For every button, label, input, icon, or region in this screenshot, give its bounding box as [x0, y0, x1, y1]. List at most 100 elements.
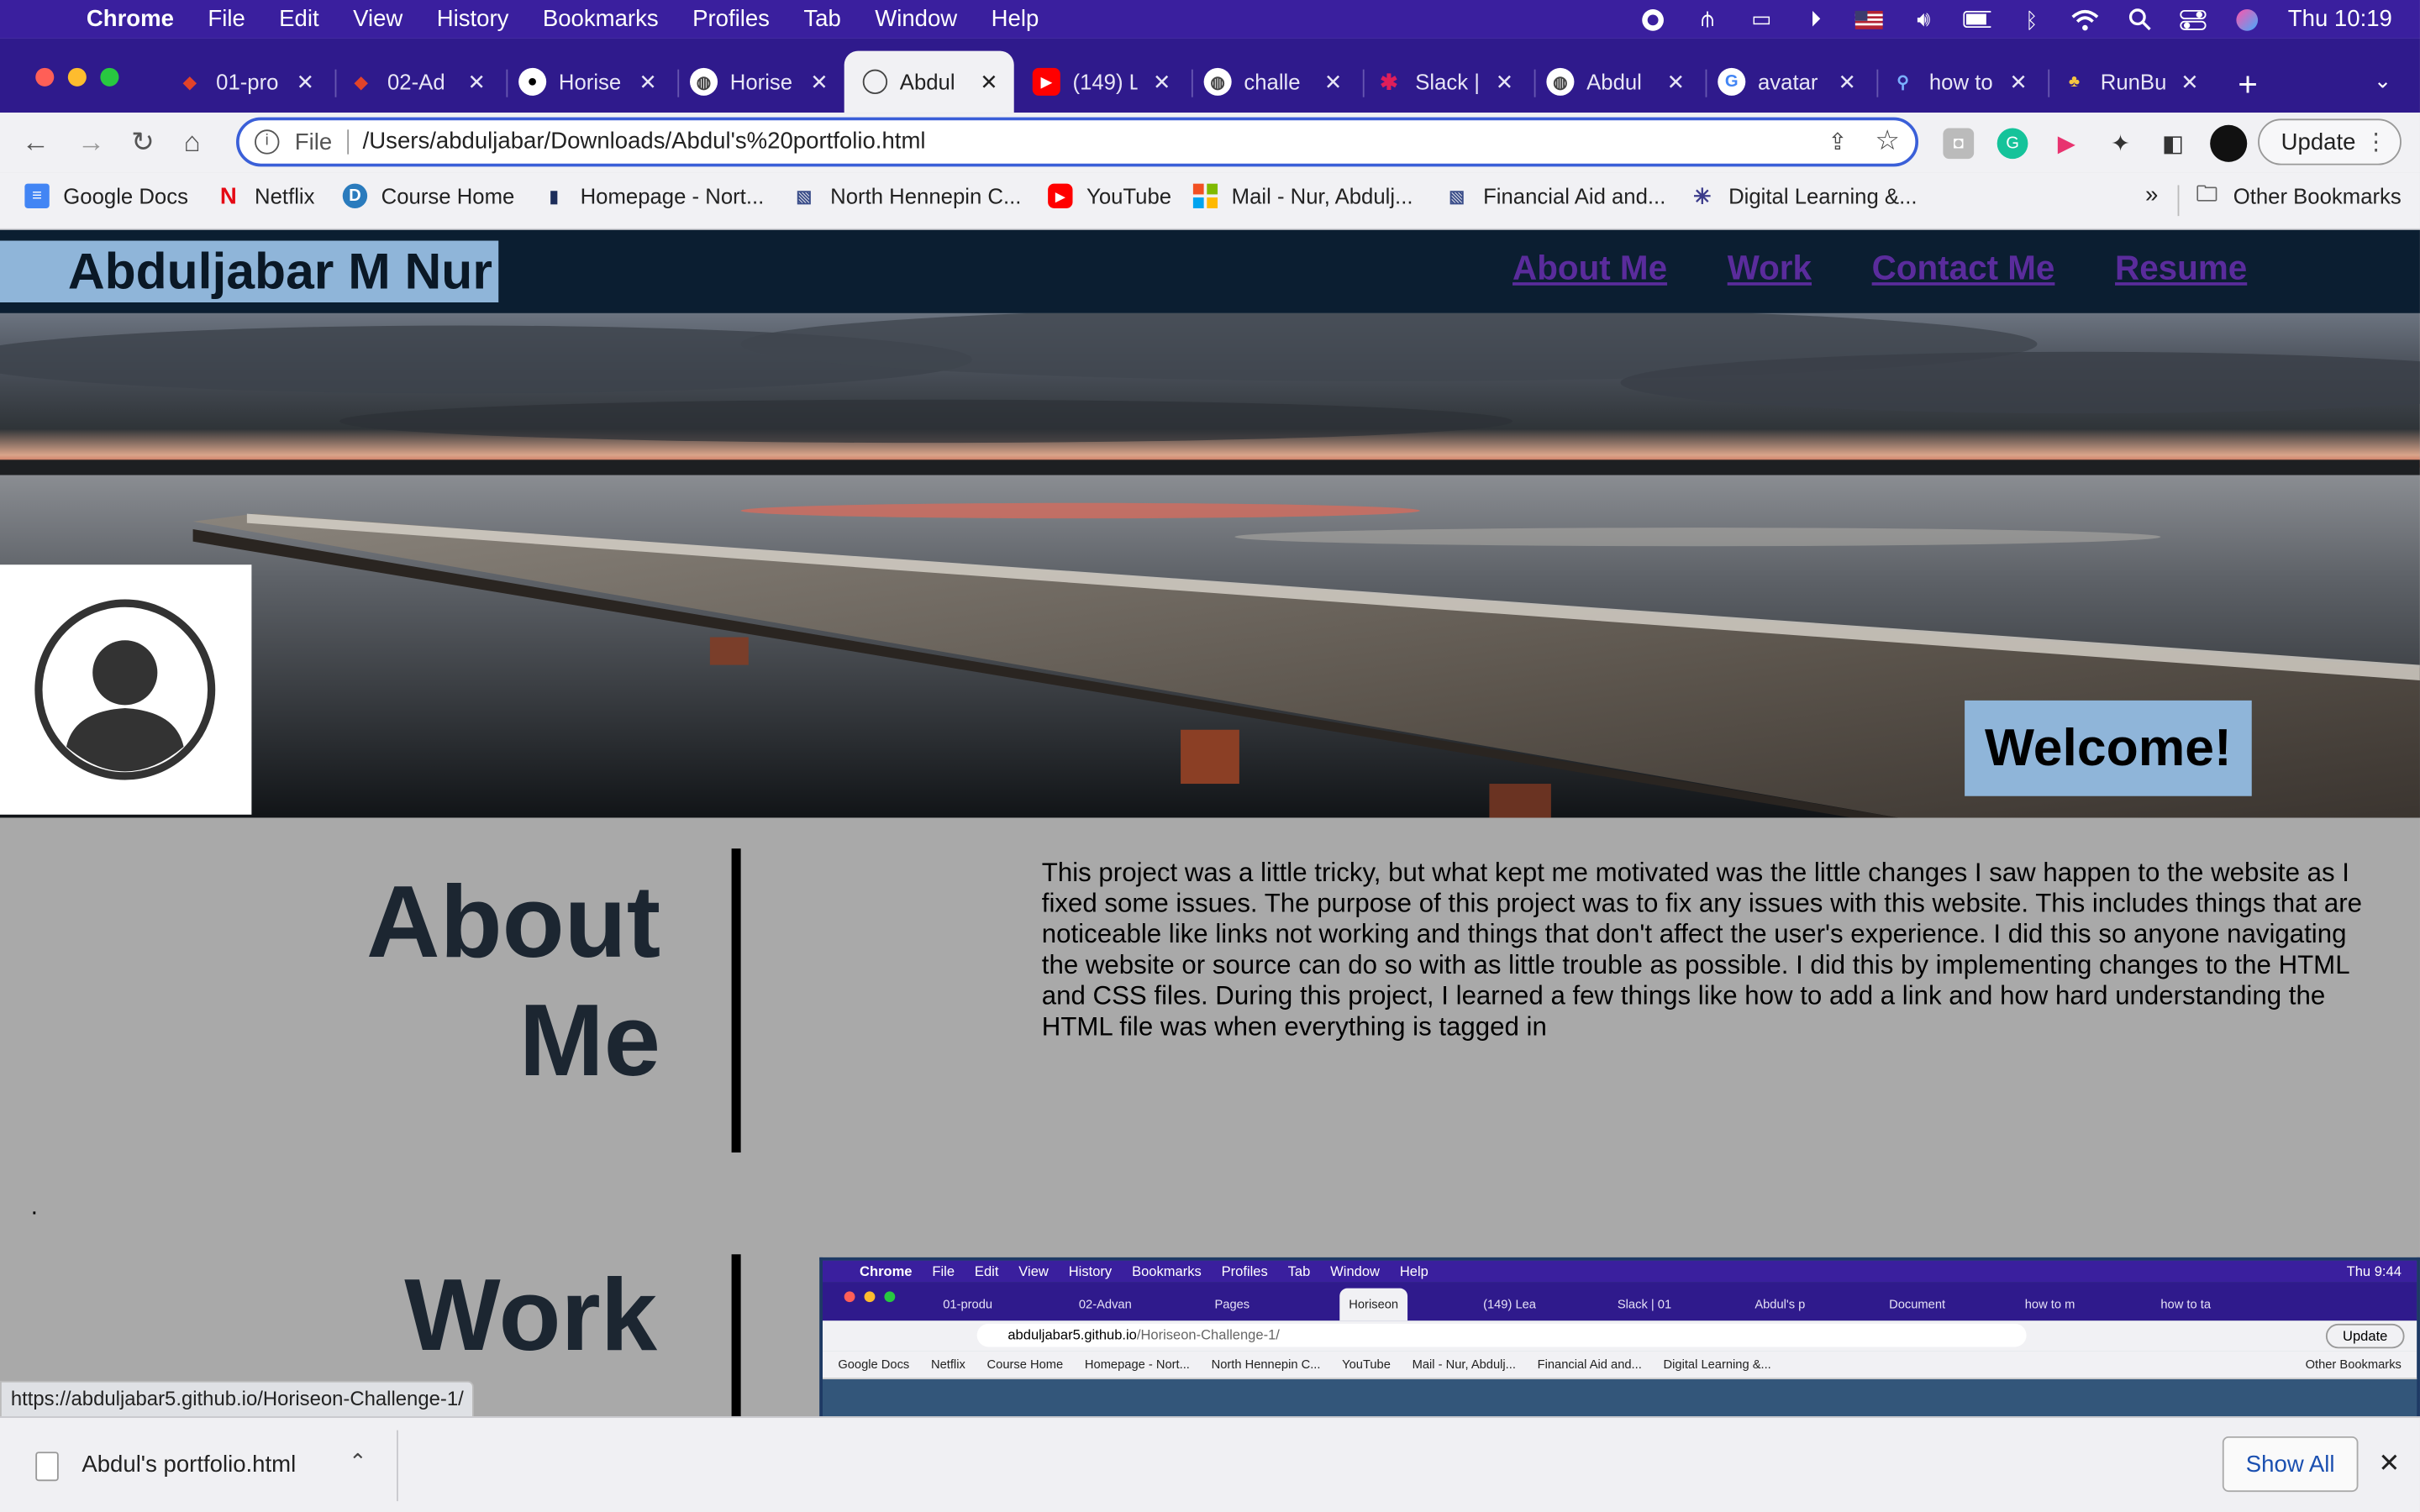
close-tab-icon[interactable]: ✕ [2181, 69, 2199, 95]
bluetooth-icon[interactable]: ᛒ [2018, 5, 2045, 33]
bookmark-financial-aid[interactable]: ▧ Financial Aid and... [1444, 184, 1665, 208]
screen-recorder-icon[interactable]: ▶ [2051, 128, 2082, 159]
bookmark-mail[interactable]: Mail - Nur, Abdulj... [1192, 183, 1413, 208]
menu-window[interactable]: Window [875, 6, 957, 32]
side-panel-icon[interactable]: ◧ [2158, 128, 2189, 159]
gitlab-icon: ◆ [183, 73, 197, 92]
extensions-puzzle-icon[interactable]: ✦ [2105, 128, 2136, 159]
url-text[interactable]: /Users/abduljabar/Downloads/Abdul's%20po… [363, 128, 926, 154]
close-tab-icon[interactable]: ✕ [1667, 69, 1686, 95]
close-tab-icon[interactable]: ✕ [639, 69, 657, 95]
tab-01-pro[interactable]: ◆ 01-pro ✕ [176, 51, 337, 113]
menubar-clock[interactable]: Thu 10:19 [2288, 6, 2392, 32]
bookmark-homepage-north[interactable]: ▮ Homepage - Nort... [542, 184, 764, 208]
bookmarks-overflow-icon[interactable]: » [2145, 182, 2158, 208]
nav-work-link[interactable]: Work [1728, 249, 1812, 289]
grammarly-status-icon[interactable] [1639, 5, 1667, 33]
more-menu-icon[interactable]: ⋮ [2365, 128, 2388, 155]
forward-arrow-icon[interactable]: → [77, 127, 105, 160]
nav-about-me-link[interactable]: About Me [1512, 249, 1667, 289]
menu-bookmarks[interactable]: Bookmarks [543, 6, 659, 32]
grammarly-icon[interactable]: G [1996, 128, 2028, 160]
tab-title: RunBu [2100, 69, 2165, 95]
play-icon[interactable]: ⏵ [1802, 5, 1829, 33]
bookmark-netflix[interactable]: N Netflix [216, 183, 315, 209]
screenshot-tab: Document [1889, 1297, 1946, 1312]
menu-profiles[interactable]: Profiles [692, 6, 770, 32]
tab-02-ad[interactable]: ◆ 02-Ad ✕ [347, 51, 508, 113]
screenshot-tab: 01-produ [943, 1297, 993, 1312]
close-shelf-icon[interactable]: ✕ [2378, 1449, 2400, 1480]
close-tab-icon[interactable]: ✕ [468, 69, 487, 95]
home-icon[interactable]: ⌂ [184, 127, 201, 160]
control-center-icon[interactable] [2180, 5, 2207, 33]
close-tab-icon[interactable]: ✕ [2009, 69, 2028, 95]
menu-history[interactable]: History [437, 6, 509, 32]
other-bookmarks[interactable]: 🗀︎ Other Bookmarks [2195, 181, 2402, 208]
battery-icon[interactable] [1964, 5, 1992, 33]
tab-horiseon[interactable]: ◍ Horise ✕ [690, 51, 844, 113]
tab-youtube[interactable]: ▶ (149) L ✕ [1032, 51, 1193, 113]
zoom-window-button[interactable] [100, 67, 119, 87]
tab-abdul-2[interactable]: ◍ Abdul ✕ [1546, 51, 1707, 113]
back-arrow-icon[interactable]: ← [22, 127, 50, 160]
volume-icon[interactable]: 🔊︎ [1910, 5, 1938, 33]
bookmark-north-hennepin[interactable]: ▧ North Hennepin C... [792, 184, 1021, 208]
show-all-downloads-button[interactable]: Show All [2222, 1436, 2359, 1493]
spotlight-search-icon[interactable] [2126, 5, 2154, 33]
nav-resume-link[interactable]: Resume [2115, 249, 2247, 289]
siri-icon[interactable] [2234, 5, 2262, 33]
menu-tab[interactable]: Tab [803, 6, 840, 32]
gitlab-icon: ◆ [355, 73, 368, 92]
airpods-icon[interactable]: ⫛ [1694, 5, 1722, 33]
new-tab-plus-icon[interactable]: + [2238, 65, 2258, 105]
close-tab-icon[interactable]: ✕ [1153, 69, 1171, 95]
share-icon[interactable]: ⇪ [1828, 128, 1847, 155]
bookmark-star-icon[interactable]: ☆ [1875, 125, 1900, 158]
nav-contact-me-link[interactable]: Contact Me [1872, 249, 2055, 289]
minimize-window-button[interactable] [67, 67, 87, 87]
chevron-up-icon[interactable]: ⌃ [349, 1449, 367, 1475]
wifi-icon[interactable] [2072, 5, 2100, 33]
reload-icon[interactable]: ↻ [131, 127, 155, 160]
menu-help[interactable]: Help [992, 6, 1039, 32]
tab-abdul-active[interactable]: Abdul ✕ [844, 50, 1014, 113]
tab-horiseon-github[interactable]: ● Horise ✕ [518, 51, 680, 113]
tab-search-chevron-icon[interactable]: ⌄ [2374, 68, 2392, 94]
screenshot-menu-item: Tab [1287, 1263, 1311, 1279]
tab-title: (149) L [1072, 69, 1138, 95]
us-flag-icon[interactable] [1855, 5, 1884, 33]
tab-avatar-google[interactable]: G avatar ✕ [1718, 51, 1879, 113]
bookmark-youtube[interactable]: ▶ YouTube [1048, 183, 1171, 208]
close-tab-icon[interactable]: ✕ [297, 69, 315, 95]
tab-challenge[interactable]: ◍ challe ✕ [1203, 51, 1365, 113]
tab-how-to[interactable]: ⚲ how to ✕ [1889, 51, 2050, 113]
bookmark-google-docs[interactable]: ≡ Google Docs [24, 183, 188, 208]
download-filename[interactable]: Abdul's portfolio.html [82, 1452, 296, 1478]
link-hover-status-url: https://abduljabar5.github.io/Horiseon-C… [0, 1380, 475, 1417]
menu-view[interactable]: View [353, 6, 402, 32]
about-heading-line1: About [366, 864, 661, 979]
bookmark-label: North Hennepin C... [830, 183, 1022, 208]
work-project-screenshot[interactable]: Chrome File Edit View History Bookmarks … [819, 1257, 2420, 1417]
menu-chrome[interactable]: Chrome [87, 6, 174, 32]
menu-edit[interactable]: Edit [279, 6, 318, 32]
extension-grey-icon[interactable]: ◘ [1943, 128, 1975, 160]
close-tab-icon[interactable]: ✕ [1496, 69, 1514, 95]
close-window-button[interactable] [35, 67, 55, 87]
close-tab-icon[interactable]: ✕ [980, 69, 998, 95]
screenshot-tab: Pages [1214, 1297, 1250, 1312]
close-tab-icon[interactable]: ✕ [810, 69, 829, 95]
tab-slack[interactable]: ✱ Slack | ✕ [1375, 51, 1536, 113]
bookmark-course-home[interactable]: D Course Home [342, 183, 514, 208]
menu-file[interactable]: File [208, 6, 245, 32]
address-bar[interactable]: i File /Users/abduljabar/Downloads/Abdul… [236, 117, 1919, 167]
profile-avatar[interactable] [2210, 124, 2248, 162]
close-tab-icon[interactable]: ✕ [1839, 69, 1857, 95]
site-info-icon[interactable]: i [255, 129, 280, 155]
display-icon[interactable]: ▭ [1748, 5, 1776, 33]
close-tab-icon[interactable]: ✕ [1324, 69, 1343, 95]
update-button[interactable]: Update ⋮ [2258, 118, 2402, 165]
bookmark-digital-learning[interactable]: ✳ Digital Learning &... [1690, 183, 1917, 208]
tab-runbuddy[interactable]: ♣ RunBu ✕ [2060, 51, 2215, 113]
